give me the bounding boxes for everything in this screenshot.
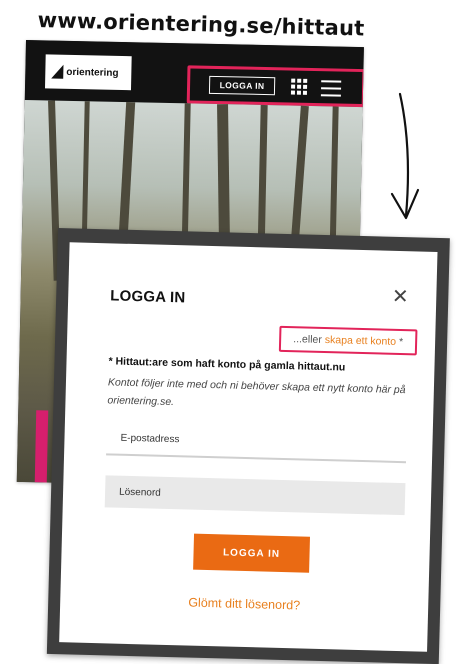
- alt-suffix: *: [398, 335, 404, 349]
- create-account-link[interactable]: skapa ett konto: [325, 334, 397, 348]
- close-icon[interactable]: ✕: [390, 286, 411, 308]
- login-modal: LOGGA IN ✕ ...eller skapa ett konto * * …: [59, 242, 438, 652]
- url-caption: www.orientering.se/hittaut: [37, 8, 365, 41]
- arrow-down-icon: [390, 92, 420, 220]
- legacy-notice-desc: Kontot följer inte med och ni behöver sk…: [107, 376, 406, 409]
- create-account-row: ...eller skapa ett konto *: [278, 325, 418, 356]
- site-header: orientering LOGGA IN: [24, 40, 364, 108]
- login-modal-screenshot: LOGGA IN ✕ ...eller skapa ett konto * * …: [46, 228, 450, 664]
- email-field[interactable]: E-postadress: [106, 421, 407, 464]
- header-login-button[interactable]: LOGGA IN: [208, 75, 276, 96]
- logo-triangle-icon: [51, 64, 64, 79]
- grid-icon[interactable]: [290, 78, 308, 95]
- orienteering-post: [34, 410, 49, 483]
- logo-text: orientering: [66, 66, 119, 79]
- forgot-password-link[interactable]: Glömt ditt lösenord?: [60, 592, 428, 616]
- menu-icon[interactable]: [320, 80, 342, 97]
- legacy-notice: * Hittaut:are som haft konto på gamla hi…: [108, 355, 346, 374]
- modal-title: LOGGA IN: [110, 287, 186, 307]
- alt-prefix: ...eller: [293, 333, 323, 346]
- password-field[interactable]: Lösenord: [104, 475, 406, 516]
- site-logo[interactable]: orientering: [44, 54, 132, 91]
- login-submit-button[interactable]: LOGGA IN: [193, 533, 311, 573]
